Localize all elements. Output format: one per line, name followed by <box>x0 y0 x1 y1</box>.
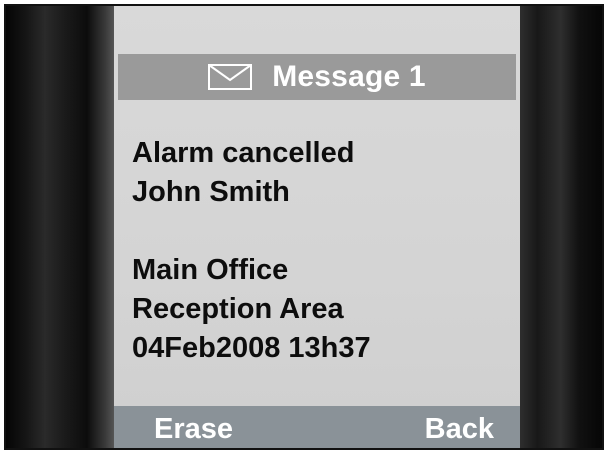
message-title: Message 1 <box>272 60 426 93</box>
device-bezel-right <box>510 6 602 448</box>
message-body: Alarm cancelled John Smith Main Office R… <box>132 134 371 368</box>
softkey-bar: Erase Back <box>114 406 520 448</box>
message-line-site: Main Office <box>132 254 289 286</box>
envelope-icon <box>208 64 253 90</box>
device-bezel-left <box>6 6 114 448</box>
erase-softkey[interactable]: Erase <box>154 413 233 446</box>
message-line-timestamp: 04Feb2008 13h37 <box>132 332 371 364</box>
message-line-status: Alarm cancelled <box>132 137 355 169</box>
device-screen: Message 1 Alarm cancelled John Smith Mai… <box>114 6 520 448</box>
message-line-area: Reception Area <box>132 293 344 325</box>
device-frame: Message 1 Alarm cancelled John Smith Mai… <box>4 4 604 450</box>
message-title-bar: Message 1 <box>118 54 516 100</box>
back-softkey[interactable]: Back <box>425 413 494 446</box>
message-line-person: John Smith <box>132 176 290 208</box>
